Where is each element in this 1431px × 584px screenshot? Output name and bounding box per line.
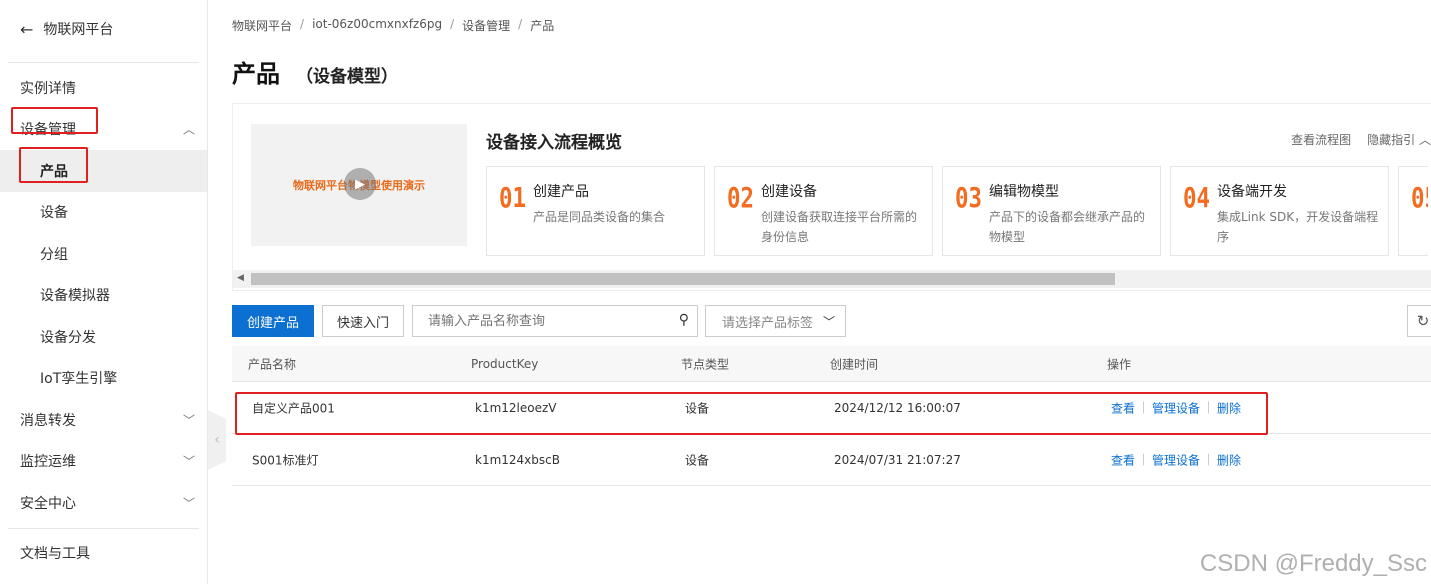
tag-select-placeholder: 请选择产品标签: [722, 315, 814, 331]
hide-guide-link[interactable]: 隐藏指引 ︿: [1367, 131, 1431, 148]
sidebar-item-label: 实例详情: [20, 80, 76, 97]
steps-list: 01 创建产品 产品是同品类设备的集合 02 创建设备 创建设备获取连接平台所需…: [486, 166, 1428, 256]
row-actions: 查看 管理设备 删除: [1111, 451, 1241, 468]
step-title: 创建设备: [761, 184, 817, 200]
step-number: 04: [1183, 181, 1210, 214]
search-icon[interactable]: ⚲: [679, 312, 689, 328]
guide-title: 设备接入流程概览: [486, 133, 622, 153]
divider: [8, 527, 199, 529]
chevron-down-icon: ﹀: [182, 454, 195, 469]
column-header: ProductKey: [471, 356, 539, 371]
page-title: 产品: [232, 60, 280, 88]
sidebar-item-security[interactable]: 安全中心 ﹀: [0, 482, 207, 524]
sidebar: ← 物联网平台 实例详情 设备管理 ︿ 产品 设备 分组 设备模拟器 设备分发 I…: [0, 0, 208, 584]
table-header: 产品名称 ProductKey 节点类型 创建时间 操作: [232, 346, 1431, 382]
step-number: 05: [1411, 181, 1428, 214]
step-card[interactable]: 05: [1398, 166, 1428, 256]
tag-select[interactable]: 请选择产品标签 ﹀: [705, 305, 846, 337]
product-name: S001标准灯: [252, 453, 319, 467]
toolbar: 创建产品 快速入门 ⚲ 请选择产品标签 ﹀ ↻: [232, 305, 1431, 337]
sidebar-item-label: 安全中心: [20, 495, 76, 512]
arrow-left-icon: ←: [20, 19, 34, 39]
manage-devices-link[interactable]: 管理设备: [1152, 451, 1200, 468]
breadcrumb-item[interactable]: 物联网平台: [232, 17, 292, 34]
column-header: 操作: [1107, 357, 1132, 371]
sidebar-item-monitoring[interactable]: 监控运维 ﹀: [0, 441, 207, 483]
sidebar-item-label: 消息转发: [20, 412, 76, 429]
sidebar-item-device-distribution[interactable]: 设备分发: [0, 316, 207, 358]
page-subtitle: （设备模型）: [296, 67, 398, 87]
step-card[interactable]: 04 设备端开发 集成Link SDK，开发设备端程序: [1170, 166, 1389, 256]
step-title: 设备端开发: [1217, 184, 1287, 200]
step-number: 02: [727, 181, 754, 214]
breadcrumb-item-current: 产品: [530, 19, 555, 33]
sidebar-item-label: 监控运维: [20, 454, 76, 471]
sidebar-item-iot-twin[interactable]: IoT孪生引擎: [0, 358, 207, 400]
scrollbar-thumb[interactable]: [251, 273, 1115, 285]
chevron-down-icon: ﹀: [182, 496, 195, 511]
watermark: CSDN @Freddy_Ssc: [1199, 550, 1427, 577]
scroll-left-icon[interactable]: ◀: [237, 273, 244, 283]
step-card[interactable]: 03 编辑物模型 产品下的设备都会继承产品的物模型: [942, 166, 1161, 256]
sidebar-item-groups[interactable]: 分组: [0, 233, 207, 275]
sidebar-item-label: 分组: [40, 246, 68, 263]
step-desc: 集成Link SDK，开发设备端程序: [1217, 210, 1379, 244]
sidebar-item-message-forwarding[interactable]: 消息转发 ﹀: [0, 399, 207, 441]
guide-links: 查看流程图 隐藏指引 ︿: [1291, 131, 1431, 148]
back-label: 物联网平台: [43, 22, 114, 38]
sidebar-item-instance-details[interactable]: 实例详情: [0, 67, 207, 109]
sidebar-item-label: 设备模拟器: [40, 288, 110, 305]
chevron-up-icon: ︿: [182, 122, 195, 137]
delete-link[interactable]: 删除: [1217, 451, 1241, 468]
step-card[interactable]: 02 创建设备 创建设备获取连接平台所需的身份信息: [714, 166, 933, 256]
horizontal-scrollbar[interactable]: ◀: [233, 270, 1431, 288]
sidebar-item-label: 设备分发: [40, 329, 96, 346]
back-to-platform[interactable]: ← 物联网平台: [0, 0, 207, 58]
refresh-icon[interactable]: ↻: [1407, 305, 1431, 337]
column-header: 创建时间: [830, 357, 879, 371]
quickstart-button[interactable]: 快速入门: [322, 305, 404, 337]
view-flow-link[interactable]: 查看流程图: [1291, 131, 1351, 148]
step-title: 创建产品: [533, 184, 589, 200]
sidebar-item-devices[interactable]: 设备: [0, 192, 207, 234]
created-time: 2024/07/31 21:07:27: [834, 452, 961, 467]
breadcrumb-item[interactable]: 设备管理: [462, 17, 510, 34]
breadcrumb: 物联网平台 / iot-06z00cmxnxfz6pg / 设备管理 / 产品: [232, 17, 555, 34]
sidebar-item-label: IoT孪生引擎: [40, 371, 118, 388]
step-desc: 产品下的设备都会继承产品的物模型: [989, 210, 1146, 244]
column-header: 节点类型: [681, 357, 730, 371]
page-header: 产品 （设备模型）: [232, 54, 398, 89]
product-search: ⚲: [412, 305, 698, 337]
step-title: 编辑物模型: [989, 184, 1059, 200]
sidebar-item-device-simulator[interactable]: 设备模拟器: [0, 275, 207, 317]
sidebar-item-label: 设备: [40, 205, 68, 222]
highlight-products: [19, 147, 88, 183]
view-link[interactable]: 查看: [1111, 451, 1135, 468]
breadcrumb-item[interactable]: iot-06z00cmxnxfz6pg: [312, 17, 442, 34]
table-row: S001标准灯 k1m124xbscB 设备 2024/07/31 21:07:…: [232, 434, 1431, 486]
product-key: k1m124xbscB: [475, 452, 560, 467]
divider: [8, 62, 199, 63]
create-product-button[interactable]: 创建产品: [232, 305, 314, 337]
column-header: 产品名称: [248, 357, 297, 371]
sidebar-item-docs-tools[interactable]: 文档与工具: [0, 533, 207, 575]
sidebar-item-label: 文档与工具: [20, 546, 90, 563]
main-content: 物联网平台 / iot-06z00cmxnxfz6pg / 设备管理 / 产品 产品 …: [232, 0, 1431, 584]
play-icon[interactable]: ▶: [344, 168, 376, 200]
step-desc: 创建设备获取连接平台所需的身份信息: [761, 210, 918, 244]
highlight-device-management: [11, 107, 98, 134]
step-desc: 产品是同品类设备的集合: [533, 210, 666, 224]
node-type: 设备: [685, 453, 710, 467]
demo-video-thumbnail[interactable]: 物联网平台物模型使用演示 ▶: [251, 124, 467, 246]
highlight-custom-product-row: [235, 392, 1268, 435]
chevron-down-icon: ﹀: [182, 413, 195, 428]
chevron-down-icon: ﹀: [822, 315, 835, 329]
step-number: 03: [955, 181, 982, 214]
onboarding-guide-panel: 物联网平台物模型使用演示 ▶ 设备接入流程概览 查看流程图 隐藏指引 ︿ 01 …: [232, 103, 1431, 291]
step-number: 01: [499, 181, 526, 214]
step-card[interactable]: 01 创建产品 产品是同品类设备的集合: [486, 166, 705, 256]
chevron-up-icon: ︿: [1418, 133, 1431, 147]
search-input[interactable]: [413, 306, 663, 336]
sidebar-collapse-handle[interactable]: ‹: [208, 410, 226, 470]
